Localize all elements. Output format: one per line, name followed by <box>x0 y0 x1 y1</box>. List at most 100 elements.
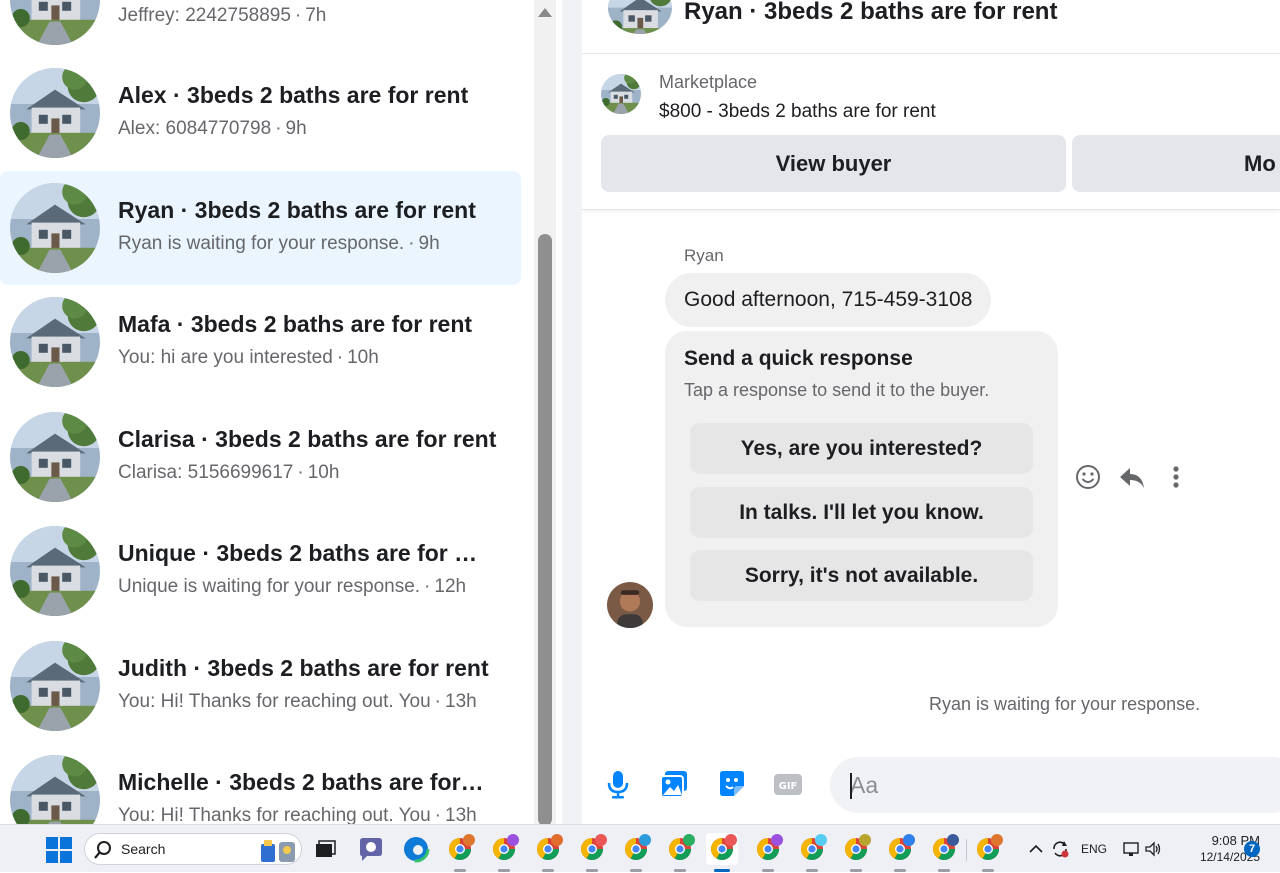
conversation-item-mafa[interactable]: Mafa · 3beds 2 baths are for rent You: h… <box>0 285 521 399</box>
more-vertical-icon[interactable] <box>1160 462 1192 494</box>
conversation-item-alex[interactable]: Alex · 3beds 2 baths are for rent Alex: … <box>0 56 521 170</box>
svg-text:GIF: GIF <box>779 781 798 792</box>
view-buyer-button[interactable]: View buyer <box>601 135 1066 192</box>
listing-thumbnail <box>10 68 100 158</box>
conversation-time: 9h <box>285 118 307 139</box>
network-icon[interactable] <box>1122 840 1140 858</box>
conversation-title: Clarisa · 3beds 2 baths are for rent <box>118 426 497 452</box>
search-highlight-icon <box>261 840 295 862</box>
photo-icon[interactable] <box>658 768 690 800</box>
microphone-icon[interactable] <box>602 768 634 800</box>
conversation-title: Unique · 3beds 2 baths are for rent <box>118 540 480 566</box>
language-indicator[interactable]: ENG <box>1081 842 1107 856</box>
sync-icon[interactable] <box>1050 839 1070 859</box>
conversation-snippet: Jeffrey: 2242758895 <box>118 5 291 26</box>
chrome-profile-icon[interactable] <box>576 833 608 872</box>
conversation-snippet: Clarisa: 5156699617 <box>118 462 294 483</box>
system-tray: ENG 9:08 PM 12/14/2025 7 <box>1020 825 1280 873</box>
conversation-title: Michelle · 3beds 2 baths are for rent <box>118 769 486 795</box>
chevron-up-icon[interactable] <box>1028 841 1044 857</box>
chrome-profile-icon[interactable] <box>620 833 652 872</box>
message-input[interactable] <box>830 757 1280 813</box>
sender-avatar[interactable] <box>607 582 653 628</box>
quick-response-option[interactable]: Yes, are you interested? <box>690 423 1033 474</box>
conversation-snippet: You: Hi! Thanks for reaching out. You <box>118 691 431 712</box>
listing-thumbnail <box>10 755 100 824</box>
marketplace-label: Marketplace <box>659 72 758 92</box>
chat-title[interactable]: Ryan · 3beds 2 baths are for rent <box>684 0 1057 26</box>
sender-name: Ryan <box>684 246 724 265</box>
taskbar-search-box[interactable]: Search <box>84 833 302 865</box>
scroll-up-arrow-icon[interactable] <box>538 8 552 17</box>
chrome-profile-icon[interactable] <box>796 833 828 872</box>
quick-response-title: Send a quick response <box>684 347 913 370</box>
listing-thumbnail <box>10 526 100 616</box>
pane-divider <box>562 0 582 824</box>
conversation-item-unique[interactable]: Unique · 3beds 2 baths are for rent Uniq… <box>0 514 521 628</box>
conversation-time: 10h <box>307 462 340 483</box>
conversation-time: 9h <box>418 233 440 254</box>
listing-thumbnail <box>10 183 100 273</box>
taskbar-separator <box>966 839 967 861</box>
edge-browser-icon[interactable] <box>400 833 432 865</box>
chrome-profile-icon[interactable] <box>884 833 916 872</box>
chat-pane: Ryan · 3beds 2 baths are for rent Market… <box>582 0 1280 824</box>
conversation-snippet: Ryan is waiting for your response. <box>118 233 405 254</box>
windows-taskbar: Search ENG 9:08 PM 12/14/2025 7 <box>0 824 1280 872</box>
listing-thumbnail[interactable] <box>601 74 641 114</box>
quick-response-option[interactable]: In talks. I'll let you know. <box>690 487 1033 538</box>
windows-start-icon[interactable] <box>46 837 72 863</box>
conversation-item-michelle[interactable]: Michelle · 3beds 2 baths are for rent Yo… <box>0 743 521 824</box>
chrome-profile-icon[interactable] <box>444 833 476 872</box>
conversation-item-jeffrey[interactable]: Jeffrey: 2242758895 · 7h <box>0 0 521 57</box>
react-emoji-icon[interactable] <box>1074 462 1106 494</box>
search-label: Search <box>121 841 166 857</box>
conversation-snippet: Unique is waiting for your response. <box>118 576 421 597</box>
listing-thumbnail <box>10 412 100 502</box>
conversation-list: Jeffrey: 2242758895 · 7h Alex · 3beds 2 ba… <box>0 0 562 824</box>
reply-icon[interactable] <box>1116 462 1148 494</box>
chrome-profile-icon[interactable] <box>972 833 1004 872</box>
search-icon <box>94 841 111 859</box>
message-actions <box>1074 462 1194 494</box>
chat-header: Ryan · 3beds 2 baths are for rent <box>582 0 1280 54</box>
conversation-item-clarisa[interactable]: Clarisa · 3beds 2 baths are for rent Cla… <box>0 400 521 514</box>
listing-thumbnail <box>10 641 100 731</box>
conversation-snippet: You: hi are you interested <box>118 347 333 368</box>
listing-thumbnail <box>10 297 100 387</box>
chrome-profile-icon[interactable] <box>840 833 872 872</box>
conversation-title: Judith · 3beds 2 baths are for rent <box>118 655 489 681</box>
conversation-time: 13h <box>445 691 477 712</box>
marketplace-listing-card: Marketplace $800 - 3beds 2 baths are for… <box>582 56 1280 210</box>
more-options-button[interactable]: Mo <box>1072 135 1280 192</box>
conversation-time: 10h <box>347 347 379 368</box>
gif-icon[interactable]: GIF <box>772 768 804 800</box>
teams-chat-icon[interactable] <box>355 833 387 865</box>
chrome-profile-icon[interactable] <box>532 833 564 872</box>
chrome-profile-icon[interactable] <box>752 833 784 872</box>
waiting-status-text: Ryan is waiting for your response. <box>929 694 1201 714</box>
conversation-snippet: Alex: 6084770798 <box>118 118 272 139</box>
conversation-item-ryan[interactable]: Ryan · 3beds 2 baths are for rent Ryan i… <box>0 171 521 285</box>
listing-thumbnail <box>10 0 100 45</box>
conversation-title: Ryan · 3beds 2 baths are for rent <box>118 197 476 223</box>
sticker-icon[interactable] <box>716 768 748 800</box>
quick-response-subtitle: Tap a response to send it to the buyer. <box>684 380 990 400</box>
message-bubble[interactable]: Good afternoon, 715-459-3108 <box>665 273 992 327</box>
chrome-profile-icon-active[interactable] <box>706 833 738 872</box>
quick-response-option[interactable]: Sorry, it's not available. <box>690 550 1033 601</box>
conversation-time: 7h <box>305 5 327 26</box>
conversation-title: Alex · 3beds 2 baths are for rent <box>118 82 469 108</box>
chrome-profile-icon[interactable] <box>928 833 960 872</box>
conversation-time: 12h <box>434 576 467 597</box>
notification-badge[interactable]: 7 <box>1244 841 1260 857</box>
chrome-profile-icon[interactable] <box>664 833 696 872</box>
volume-icon[interactable] <box>1144 840 1162 858</box>
chat-avatar[interactable] <box>608 0 672 34</box>
text-caret <box>850 773 852 799</box>
task-view-icon[interactable] <box>309 833 341 865</box>
listing-title[interactable]: $800 - 3beds 2 baths are for rent <box>659 101 936 123</box>
scrollbar-thumb[interactable] <box>538 234 552 824</box>
chrome-profile-icon[interactable] <box>488 833 520 872</box>
conversation-item-judith[interactable]: Judith · 3beds 2 baths are for rent You:… <box>0 629 521 743</box>
